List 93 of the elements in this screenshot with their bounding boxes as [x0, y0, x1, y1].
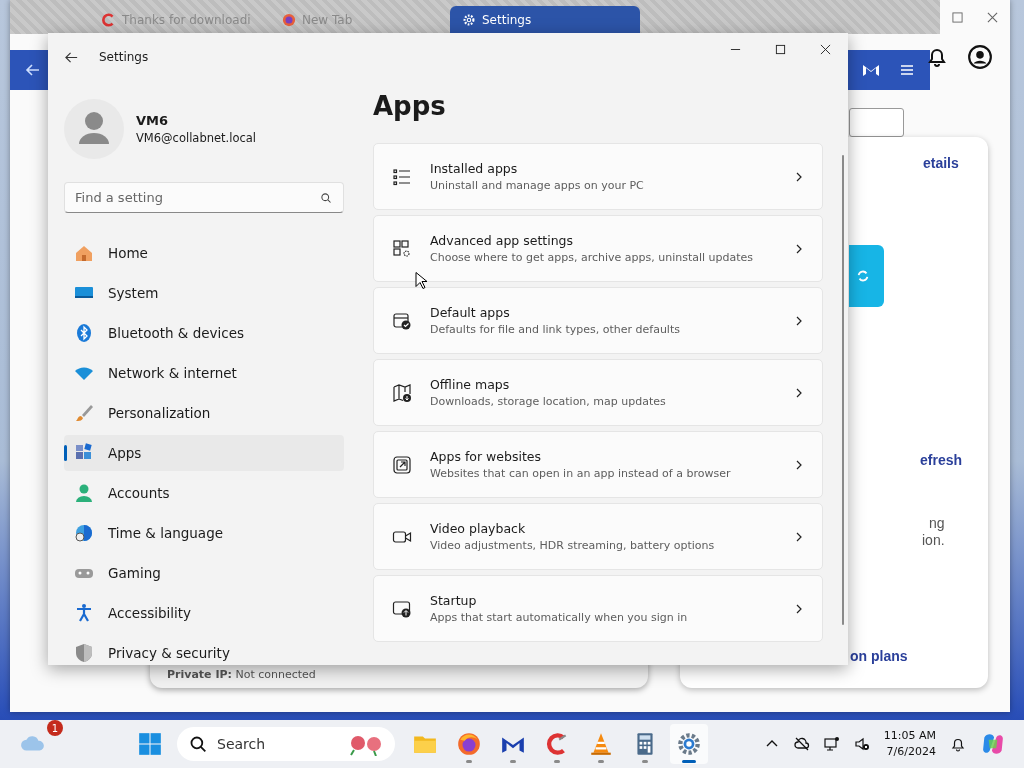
chevron-right-icon [794, 531, 804, 542]
ccleaner-icon [102, 13, 116, 27]
nav-item[interactable]: Apps [64, 435, 344, 471]
nav-item[interactable]: Bluetooth & devices [64, 315, 344, 351]
chevron-right-icon [794, 459, 804, 470]
house-icon [74, 243, 94, 263]
card-text: ion. [922, 532, 945, 548]
card-title: Default apps [430, 305, 511, 320]
card-subtitle: Websites that can open in an app instead of a browser [430, 467, 732, 480]
open-in-app-icon [392, 454, 412, 475]
card-subtitle: Defaults for file and link types, other defaults [430, 323, 681, 336]
profile-icon[interactable] [967, 44, 993, 70]
close-icon[interactable] [987, 11, 998, 23]
menu-icon[interactable] [899, 62, 915, 78]
card-title: Video playback [430, 521, 527, 536]
settings-card[interactable]: Apps for websites Websites that can open in an app instead of a browser [373, 431, 823, 498]
card-title: Offline maps [430, 377, 511, 392]
cloud-off-icon[interactable] [793, 736, 810, 752]
card-subtitle: Apps that start automatically when you sign in [430, 611, 689, 624]
nav-item[interactable]: System [64, 275, 344, 311]
nav-item[interactable]: Accessibility [64, 595, 344, 631]
taskbar-search-field[interactable]: Search [177, 727, 395, 761]
card-subtitle: Uninstall and manage apps on your PC [430, 179, 645, 192]
copilot-icon[interactable] [980, 731, 1006, 757]
page-heading: Apps [373, 91, 447, 121]
settings-card[interactable]: Default apps Defaults for file and link types, other defaults [373, 287, 823, 354]
card-title: Apps for websites [430, 449, 542, 464]
settings-card[interactable]: Advanced app settings Choose where to get apps, archive apps, uninstall updates [373, 215, 823, 282]
network-icon[interactable] [823, 736, 840, 752]
window-check-icon [392, 310, 412, 331]
shield-icon [74, 643, 94, 663]
map-icon [392, 382, 412, 403]
browser-tab[interactable]: Settings [450, 6, 640, 34]
card-subtitle: Downloads, storage location, map updates [430, 395, 667, 408]
chevron-right-icon [794, 387, 804, 398]
setting-search-field[interactable]: Find a setting [64, 182, 344, 213]
maximize-icon[interactable] [775, 43, 786, 55]
bluetooth-icon [74, 323, 94, 343]
nav-item[interactable]: Time & language [64, 515, 344, 551]
search-icon [189, 735, 207, 753]
input-field[interactable] [849, 108, 904, 137]
refresh-link[interactable]: efresh [920, 452, 963, 468]
person-icon [74, 483, 94, 503]
card-subtitle: Video adjustments, HDR streaming, battery options [430, 539, 716, 552]
card-text: ng [929, 515, 945, 531]
gear-icon [462, 13, 476, 27]
plans-link[interactable]: on plans [850, 648, 908, 664]
user-name: VM6 [136, 113, 170, 128]
mouse-pointer-icon [415, 271, 427, 290]
traffic-cone-icon [588, 731, 614, 757]
settings-card[interactable]: Offline maps Downloads, storage location, map updates [373, 359, 823, 426]
private-ip-text: Private IP: Not connected [167, 668, 316, 681]
close-icon[interactable] [820, 43, 831, 55]
bell-icon[interactable] [950, 736, 966, 752]
settings-card[interactable]: Startup Apps that start automatically when you sign in [373, 575, 823, 642]
nav-item[interactable]: Network & internet [64, 355, 344, 391]
window-title: Settings [99, 50, 149, 64]
avatar-icon [64, 99, 124, 159]
chevron-right-icon [794, 171, 804, 182]
globe-clock-icon [74, 523, 94, 543]
gear-icon [676, 731, 702, 757]
card-subtitle: Choose where to get apps, archive apps, uninstall updates [430, 251, 755, 264]
list-icon [392, 166, 412, 187]
startup-icon [392, 598, 412, 619]
chevron-right-icon [794, 315, 804, 326]
settings-card[interactable]: Installed apps Uninstall and manage apps on your PC [373, 143, 823, 210]
nav-item[interactable]: Gaming [64, 555, 344, 591]
firefox-icon [456, 731, 482, 757]
apps-gear-icon [392, 238, 412, 259]
accessibility-icon [74, 603, 94, 623]
taskbar-app[interactable] [670, 724, 708, 764]
nav-item[interactable]: Home [64, 235, 344, 271]
chevron-right-icon [794, 603, 804, 614]
scrollbar[interactable] [842, 155, 844, 625]
chevron-right-icon [794, 243, 804, 254]
start-icon[interactable] [137, 731, 163, 757]
clock[interactable]: 11:05 AM 7/6/2024 [883, 728, 936, 760]
details-link[interactable]: etails [923, 155, 959, 171]
speaker-muted-icon[interactable] [853, 736, 870, 752]
notification-badge: 1 [47, 720, 63, 736]
back-arrow-icon[interactable] [25, 62, 41, 78]
card-title: Startup [430, 593, 478, 608]
firefox-icon [282, 13, 296, 27]
user-email: VM6@collabnet.local [136, 131, 257, 145]
nav-item[interactable]: Personalization [64, 395, 344, 431]
nav-item[interactable]: Accounts [64, 475, 344, 511]
search-icon [320, 192, 332, 204]
refresh-icon [856, 269, 870, 283]
card-title: Installed apps [430, 161, 519, 176]
brush-icon [74, 403, 94, 423]
settings-card[interactable]: Video playback Video adjustments, HDR streaming, battery options [373, 503, 823, 570]
card-title: Advanced app settings [430, 233, 575, 248]
nav-item[interactable]: Privacy & security [64, 635, 344, 665]
